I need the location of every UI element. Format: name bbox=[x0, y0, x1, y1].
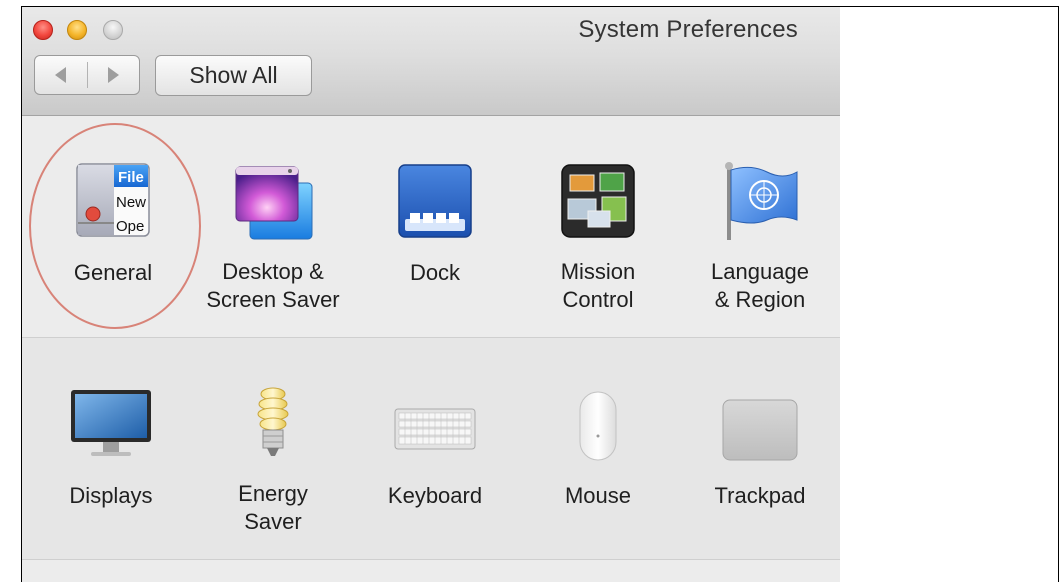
energy-saver-icon bbox=[257, 387, 289, 456]
pane-mouse[interactable]: Mouse bbox=[536, 338, 660, 558]
pane-desktop-screen-saver[interactable]: Desktop & Screen Saver bbox=[206, 116, 340, 336]
pane-keyboard[interactable]: Keyboard bbox=[373, 338, 497, 558]
show-all-button[interactable]: Show All bbox=[155, 55, 312, 96]
mouse-icon bbox=[579, 391, 617, 461]
pane-label: Language & Region bbox=[711, 259, 809, 312]
trackpad-icon bbox=[722, 399, 798, 461]
dock-icon bbox=[398, 164, 472, 238]
zoom-button[interactable] bbox=[103, 20, 123, 40]
forward-button[interactable] bbox=[88, 56, 140, 94]
pane-label: Desktop & Screen Saver bbox=[206, 259, 340, 312]
system-preferences-window: System Preferences Show All File New Ope… bbox=[22, 7, 840, 582]
pane-label: Trackpad bbox=[714, 483, 806, 508]
pane-displays[interactable]: Displays bbox=[49, 338, 173, 558]
back-forward-control bbox=[34, 55, 140, 95]
pane-language-region[interactable]: Language & Region bbox=[698, 116, 822, 336]
chevron-right-icon bbox=[107, 67, 119, 83]
window-title: System Preferences bbox=[578, 16, 798, 43]
language-region-icon bbox=[725, 162, 798, 240]
desktop-screen-saver-icon bbox=[235, 166, 313, 240]
pane-dock[interactable]: Dock bbox=[373, 116, 497, 336]
pane-label: Keyboard bbox=[387, 483, 483, 508]
close-button[interactable] bbox=[33, 20, 53, 40]
window-toolbar: System Preferences Show All bbox=[22, 7, 840, 116]
pane-label: Mouse bbox=[564, 483, 632, 508]
chevron-left-icon bbox=[55, 67, 67, 83]
minimize-button[interactable] bbox=[67, 20, 87, 40]
pane-label: Mission Control bbox=[560, 259, 636, 312]
pane-label: Energy Saver bbox=[238, 481, 308, 534]
pane-energy-saver[interactable]: Energy Saver bbox=[211, 338, 335, 558]
back-button[interactable] bbox=[35, 56, 87, 94]
highlight-circle bbox=[29, 123, 201, 329]
mission-control-icon bbox=[561, 164, 635, 238]
pane-trackpad[interactable]: Trackpad bbox=[698, 338, 822, 558]
pane-label: Displays bbox=[69, 483, 153, 508]
pane-label: Dock bbox=[409, 260, 461, 285]
pane-mission-control[interactable]: Mission Control bbox=[536, 116, 660, 336]
keyboard-icon bbox=[394, 408, 476, 450]
preferences-row-hardware: Displays Energy Saver Keyboard Mouse Tra… bbox=[22, 338, 840, 560]
displays-icon bbox=[71, 390, 151, 456]
